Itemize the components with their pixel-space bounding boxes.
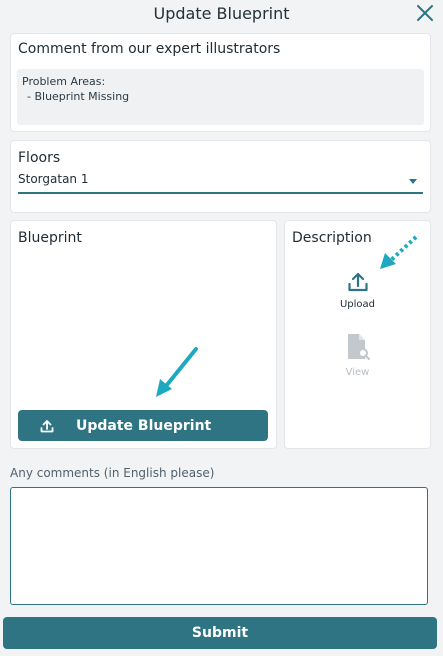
floors-selected-value: Storgatan 1 bbox=[18, 172, 89, 186]
upload-icon bbox=[347, 271, 369, 293]
upload-action[interactable]: Upload bbox=[285, 271, 430, 310]
expert-comment-title: Comment from our expert illustrators bbox=[18, 41, 281, 57]
expert-comment-card: Comment from our expert illustrators Pro… bbox=[10, 33, 431, 132]
comments-label: Any comments (in English please) bbox=[10, 466, 215, 480]
hint-arrow-icon bbox=[150, 343, 202, 401]
comments-textarea[interactable] bbox=[10, 487, 428, 605]
view-action[interactable]: View bbox=[285, 333, 430, 378]
blueprint-title: Blueprint bbox=[18, 230, 82, 246]
close-icon[interactable] bbox=[416, 4, 434, 22]
chevron-down-icon[interactable] bbox=[409, 179, 417, 184]
description-title: Description bbox=[292, 230, 372, 246]
floors-card: Floors Storgatan 1 bbox=[10, 140, 431, 213]
upload-label: Upload bbox=[339, 299, 376, 310]
blueprint-card: Blueprint Update Blueprint bbox=[10, 220, 277, 449]
dialog-header: Update Blueprint bbox=[0, 0, 443, 28]
view-label: View bbox=[345, 367, 370, 378]
file-view-icon bbox=[345, 333, 371, 361]
update-blueprint-label: Update Blueprint bbox=[76, 417, 212, 434]
problem-areas-heading: Problem Areas: bbox=[22, 75, 106, 88]
upload-icon bbox=[40, 419, 54, 433]
floors-label: Floors bbox=[18, 150, 61, 166]
dialog-title: Update Blueprint bbox=[153, 4, 290, 23]
expert-comment-box: Problem Areas: - Blueprint Missing bbox=[17, 69, 424, 125]
submit-button[interactable]: Submit bbox=[3, 617, 437, 649]
floors-select[interactable]: Storgatan 1 bbox=[18, 170, 423, 194]
update-blueprint-button[interactable]: Update Blueprint bbox=[18, 410, 268, 441]
problem-area-item: - Blueprint Missing bbox=[27, 90, 130, 103]
dotted-hint-arrow-icon bbox=[376, 233, 420, 273]
